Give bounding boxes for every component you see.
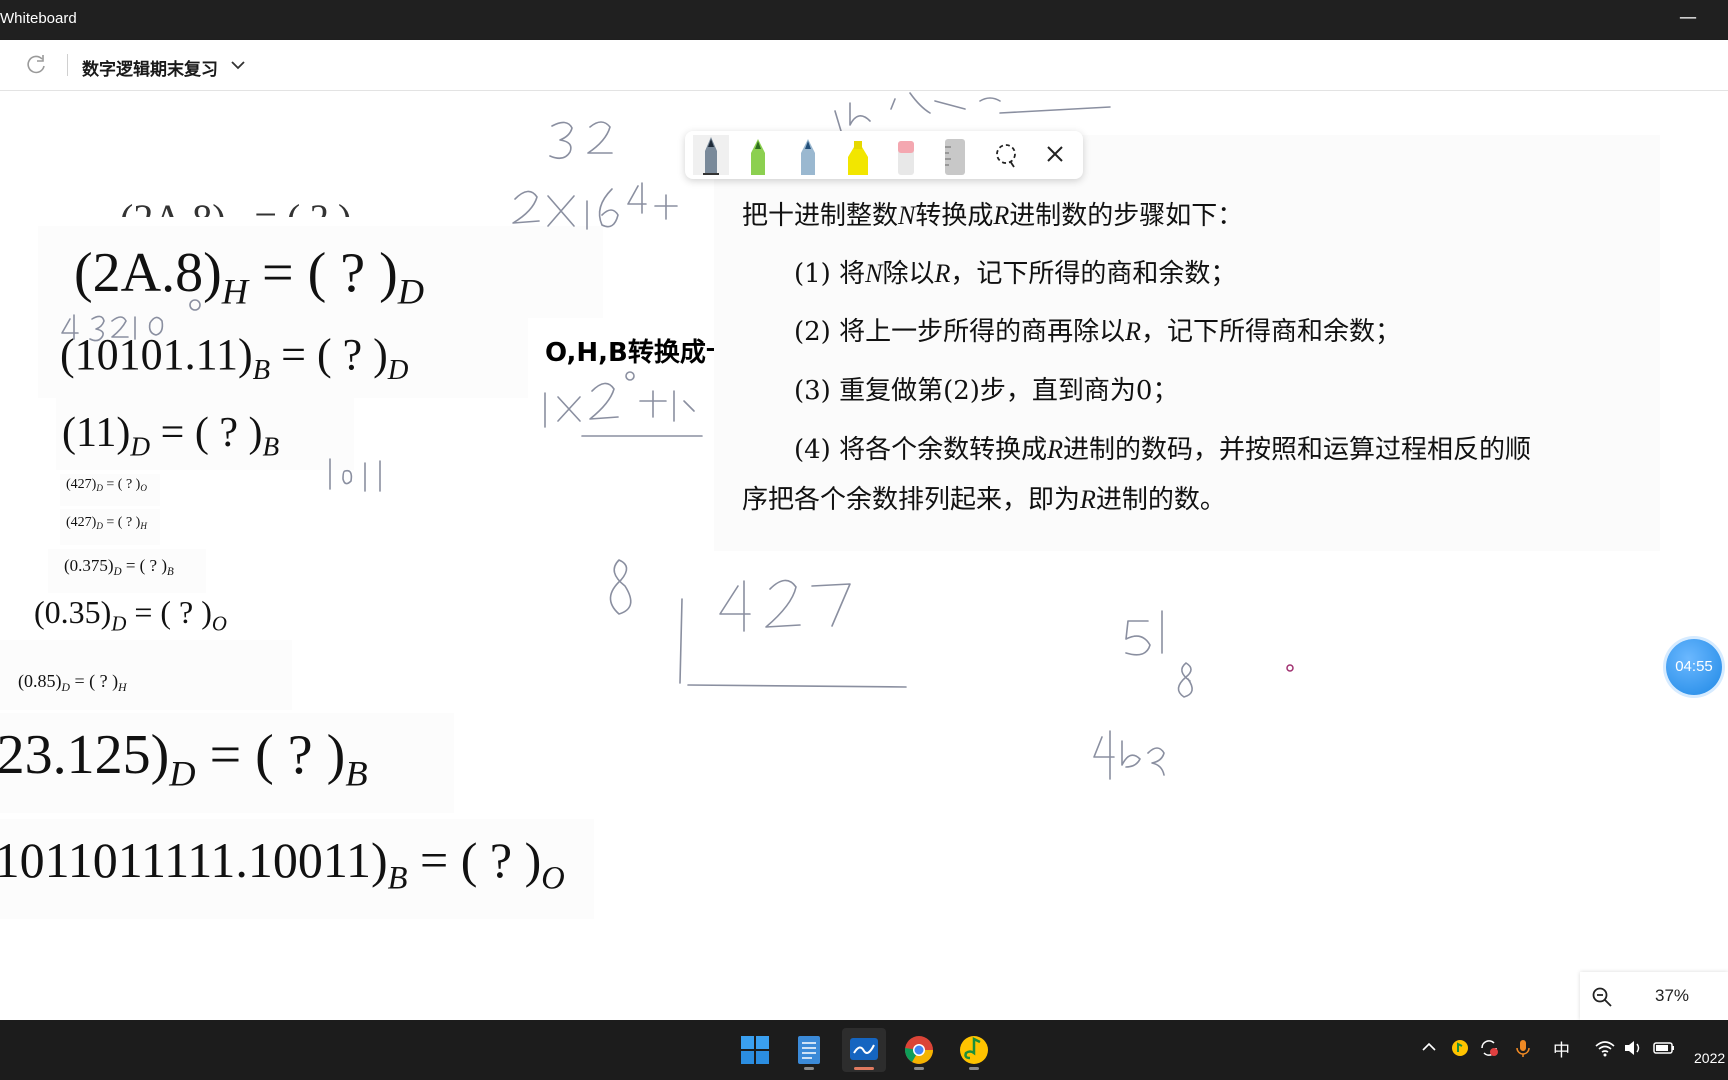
title-bar: Whiteboard —: [0, 0, 1728, 40]
running-indicator: [804, 1067, 814, 1070]
whiteboard-canvas[interactable]: (2A.8)H = ( ? ) (2A.8)H = ( ? )D (10101.…: [0, 91, 1728, 1020]
eraser-icon[interactable]: [888, 135, 924, 175]
sync-icon[interactable]: [1478, 1038, 1500, 1058]
zoom-level[interactable]: 37%: [1655, 986, 1689, 1006]
battery-icon[interactable]: [1652, 1038, 1676, 1058]
app-title: Whiteboard: [0, 10, 77, 27]
chevron-down-icon[interactable]: [230, 58, 246, 72]
highlighter-yellow-icon[interactable]: [840, 135, 876, 175]
taskbar-chrome[interactable]: [897, 1028, 941, 1072]
music-app-icon: [960, 1036, 988, 1064]
clock-year[interactable]: 2022: [1694, 1050, 1725, 1066]
ime-indicator[interactable]: 中: [1553, 1036, 1570, 1061]
chevron-up-icon[interactable]: [1420, 1038, 1438, 1056]
zoom-out-icon[interactable]: [1590, 985, 1614, 1009]
taskbar-music[interactable]: [952, 1028, 996, 1072]
running-indicator: [969, 1067, 979, 1070]
volume-icon[interactable]: [1622, 1038, 1644, 1058]
microphone-icon[interactable]: [1514, 1038, 1532, 1058]
notepad-icon: [798, 1036, 820, 1064]
taskbar: 中 2022: [0, 1020, 1728, 1080]
timer-badge[interactable]: 04:55: [1666, 639, 1722, 695]
lasso-select-icon[interactable]: [988, 135, 1024, 175]
pen-blue-icon[interactable]: [790, 135, 826, 175]
windows-logo-icon: [741, 1036, 769, 1064]
minimize-button[interactable]: —: [1678, 8, 1698, 28]
pen-dark-icon[interactable]: [693, 135, 729, 175]
taskbar-whiteboard[interactable]: [842, 1028, 886, 1072]
start-button[interactable]: [733, 1028, 777, 1072]
toolbar-divider: [67, 54, 68, 76]
redo-icon[interactable]: [24, 54, 48, 76]
zoom-control: 37%: [1580, 972, 1728, 1020]
running-indicator: [854, 1067, 874, 1070]
chrome-icon: [905, 1036, 933, 1064]
music-tray-icon[interactable]: [1450, 1038, 1470, 1058]
wifi-icon[interactable]: [1594, 1038, 1616, 1058]
pen-green-icon[interactable]: [740, 135, 776, 175]
running-indicator: [914, 1067, 924, 1070]
pen-palette: [685, 131, 1083, 179]
whiteboard-icon: [850, 1038, 878, 1060]
board-title[interactable]: 数字逻辑期末复习: [82, 55, 218, 80]
ruler-icon[interactable]: [937, 135, 973, 175]
top-toolbar: 数字逻辑期末复习: [0, 40, 1728, 91]
ink-strokes[interactable]: [0, 91, 1728, 1020]
close-icon[interactable]: [1037, 135, 1073, 175]
taskbar-notepad[interactable]: [787, 1028, 831, 1072]
